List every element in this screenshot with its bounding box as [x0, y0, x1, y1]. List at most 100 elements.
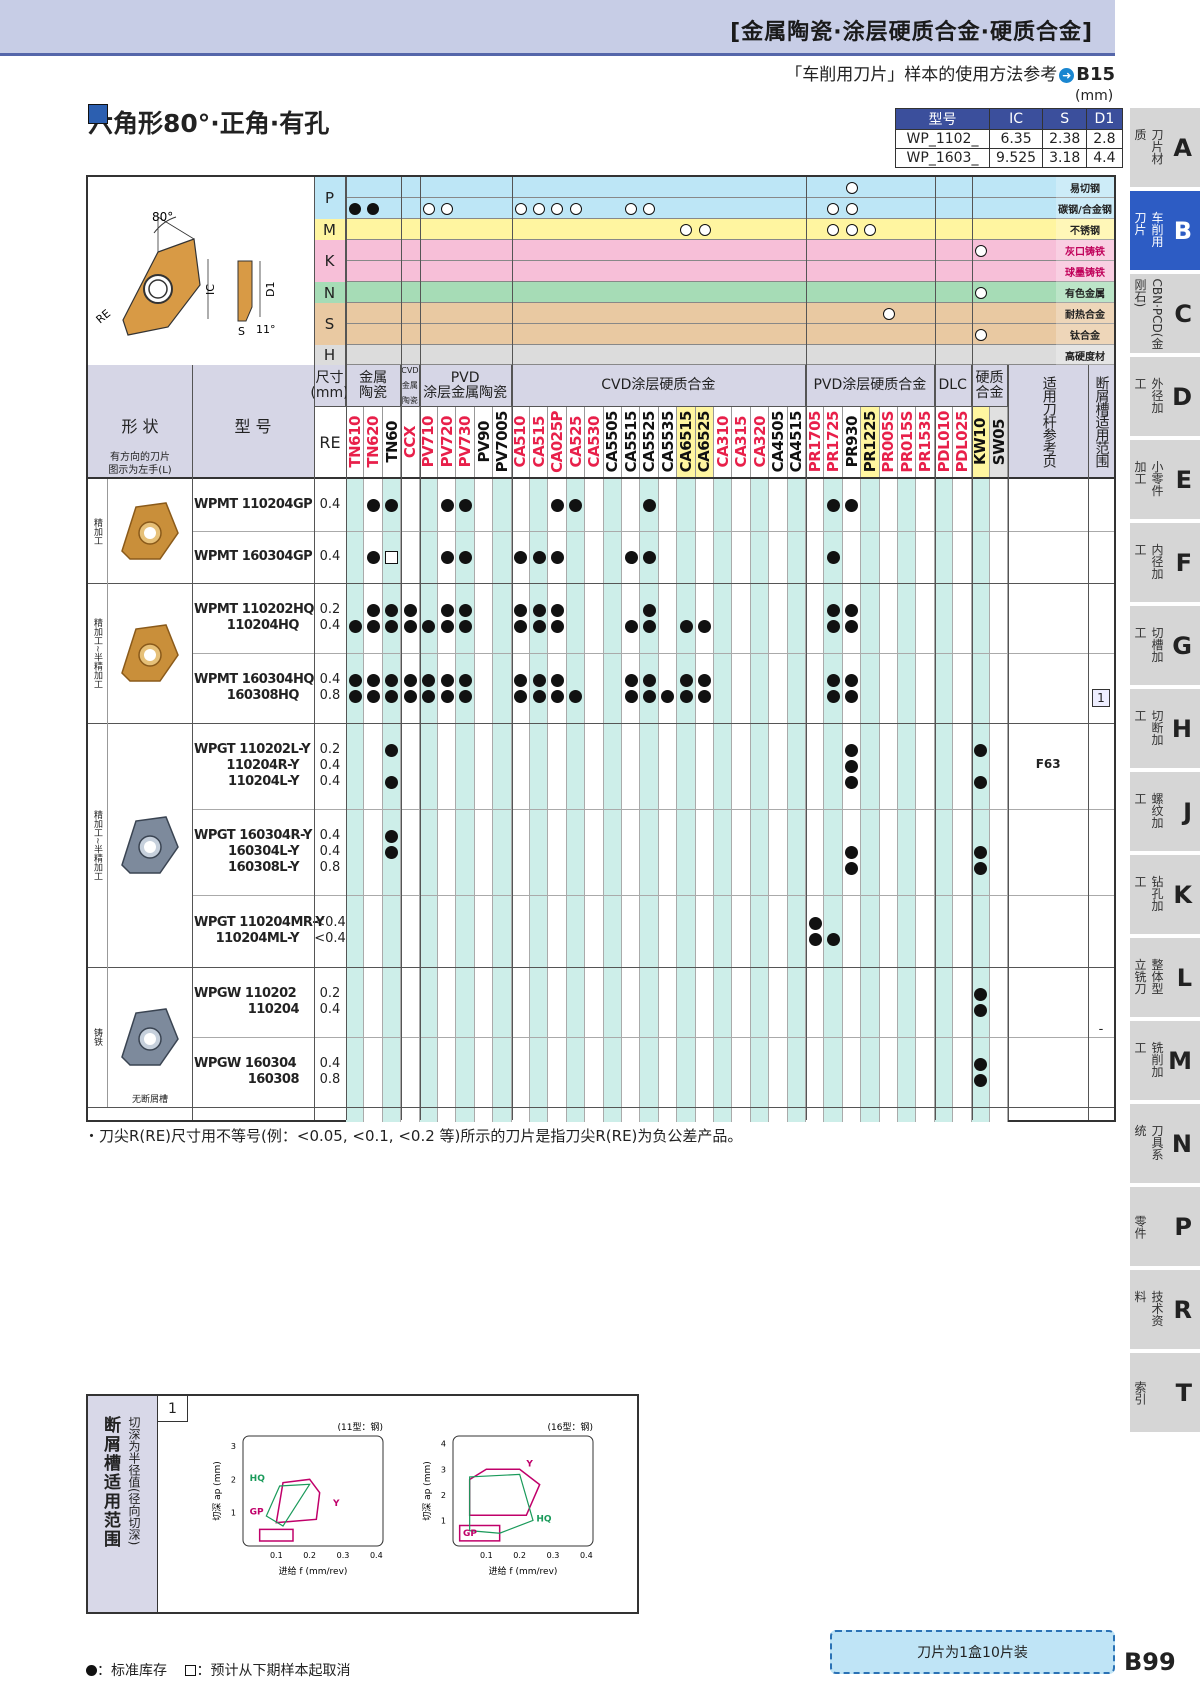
re-value: 0.4 — [319, 844, 341, 859]
re-value: 0.4 — [319, 672, 341, 687]
grade-name: PV7005 — [492, 411, 511, 473]
dimension-table: 型号 IC S D1 WP_1102_ 6.35 2.38 2.8 WP_1603_… — [895, 108, 1123, 168]
grade-column — [382, 479, 402, 1122]
side-tab-f[interactable]: 内径加工 F — [1130, 523, 1200, 604]
model-number[interactable]: WPMT 110204GP — [192, 497, 313, 513]
model-number[interactable]: WPGW 160304 — [192, 1056, 313, 1072]
stock-dot — [422, 619, 436, 633]
model-number[interactable]: 110204HQ — [192, 618, 313, 634]
model-number[interactable]: 110204R-Y — [192, 758, 313, 774]
stock-dot — [845, 861, 859, 875]
chart-caption: (11型：钢) — [338, 1421, 383, 1433]
model-number[interactable]: 110204L-Y — [192, 774, 313, 790]
insert-photo — [114, 499, 184, 563]
suitability-mark — [845, 203, 858, 215]
re-value: 0.4 — [319, 618, 341, 633]
grade-column — [566, 479, 586, 1122]
re-value: 0.4 — [319, 774, 341, 789]
side-tab-c[interactable]: CBN·PCD(金刚石) C — [1130, 274, 1200, 355]
model-number[interactable]: 160308 — [192, 1072, 313, 1088]
model-number[interactable]: WPGT 110204MR-Y — [192, 915, 325, 931]
grade-name: CA530 — [584, 416, 603, 468]
side-tab-p[interactable]: 零件 P — [1130, 1187, 1200, 1268]
arrow-right-icon: ➜ — [1059, 67, 1075, 83]
stock-dot — [385, 829, 399, 843]
side-tab-e[interactable]: 小零件加工 E — [1130, 440, 1200, 521]
grade-column — [861, 479, 880, 1122]
stock-dot — [642, 673, 656, 687]
grade-column — [677, 479, 696, 1122]
side-tab-d[interactable]: 外径加工 D — [1130, 357, 1200, 438]
chart-caption: (16型：钢) — [548, 1421, 593, 1433]
stock-dot — [845, 498, 859, 512]
grade-name: CA5505 — [603, 411, 622, 473]
side-tab-j[interactable]: 螺纹加工 J — [1130, 772, 1200, 853]
vline — [192, 477, 193, 1120]
stock-dot — [458, 498, 472, 512]
stock-dot — [440, 619, 454, 633]
side-tab-k[interactable]: 钻孔加工 K — [1130, 855, 1200, 936]
chipbreaker-ref-value[interactable]: 1 — [1092, 689, 1110, 707]
reference-text: 「车削用刀片」样本的使用方法参考 — [785, 65, 1058, 85]
side-tab-letter: B — [1173, 216, 1192, 245]
model-number[interactable]: WPGT 160304R-Y — [192, 828, 313, 844]
side-tab-h[interactable]: 切断加工 H — [1130, 689, 1200, 770]
vline — [314, 177, 315, 1120]
grade-header-cell: CA525 — [567, 407, 586, 477]
grade-header-cell: PR005S — [879, 407, 898, 477]
grade-header-cell: PV730 — [456, 407, 475, 477]
grade-name: CA4515 — [787, 411, 806, 473]
chipbreaker-label-panel: 断屑槽适用范围 切深为半径值(径向切深) — [88, 1396, 158, 1612]
dim-header: IC — [988, 108, 1044, 130]
stock-dot — [514, 550, 528, 564]
stock-dot — [366, 673, 380, 687]
side-tab-l[interactable]: 整体型立铣刀 L — [1130, 938, 1200, 1019]
grade-header-cell: SW05 — [990, 407, 1009, 477]
stock-dot — [826, 498, 840, 512]
stock-dot — [458, 673, 472, 687]
grade-group-header: DLC — [934, 365, 972, 407]
model-number[interactable]: WPMT 160304HQ — [192, 672, 314, 688]
side-tab-r[interactable]: 技术资料 R — [1130, 1270, 1200, 1351]
holder-ref-value[interactable]: F63 — [1008, 757, 1088, 771]
vline — [511, 177, 513, 1120]
grade-name: CA4505 — [768, 411, 787, 473]
model-number[interactable]: 160308L-Y — [192, 860, 313, 876]
model-number[interactable]: WPMT 110202HQ — [192, 602, 314, 618]
material-code: K — [314, 240, 346, 282]
side-tab-n[interactable]: 刀具系统 N — [1130, 1104, 1200, 1185]
model-number[interactable]: WPGW 110202 — [192, 986, 313, 1002]
side-tab-letter: J — [1183, 797, 1192, 826]
side-tab-t[interactable]: 索引 T — [1130, 1353, 1200, 1434]
side-tab-g[interactable]: 切槽加工 G — [1130, 606, 1200, 687]
grade-column — [934, 479, 954, 1122]
grade-name: PR1225 — [860, 411, 879, 473]
grade-header-cell: CA6525 — [695, 407, 714, 477]
model-number[interactable]: 160304L-Y — [192, 844, 313, 860]
reference-link[interactable]: 「车削用刀片」样本的使用方法参考 ➜ B15 — [785, 60, 1115, 85]
stock-dot — [550, 673, 564, 687]
grade-name: PV720 — [437, 416, 456, 468]
stock-dot — [440, 673, 454, 687]
re-value: 0.4 — [319, 497, 341, 512]
grade-header-cell: PR1725 — [824, 407, 843, 477]
grade-header-cell: PDL025 — [953, 407, 972, 477]
side-tab-b[interactable]: 车削用刀片 B — [1130, 191, 1200, 272]
side-tab-m[interactable]: 铣削加工 M — [1130, 1021, 1200, 1102]
suitability-mark — [974, 245, 987, 257]
model-number[interactable]: 160308HQ — [192, 688, 313, 704]
model-number[interactable]: 110204 — [192, 1002, 313, 1018]
stock-dot — [698, 673, 712, 687]
stock-dot — [642, 550, 656, 564]
empty-square-icon — [185, 1665, 197, 1676]
stock-dot — [458, 619, 472, 633]
stock-dot — [403, 673, 417, 687]
stock-dot — [458, 550, 472, 564]
model-number[interactable]: WPMT 160304GP — [192, 549, 313, 565]
legend-cancel: ：预计从下期样本起取消 — [196, 1663, 351, 1679]
model-number[interactable]: 110204ML-Y — [192, 931, 313, 947]
grade-header-cell: CA310 — [714, 407, 733, 477]
model-number[interactable]: WPGT 110202L-Y — [192, 742, 313, 758]
side-tab-a[interactable]: 刀片材质 A — [1130, 108, 1200, 189]
vline — [346, 177, 347, 1120]
